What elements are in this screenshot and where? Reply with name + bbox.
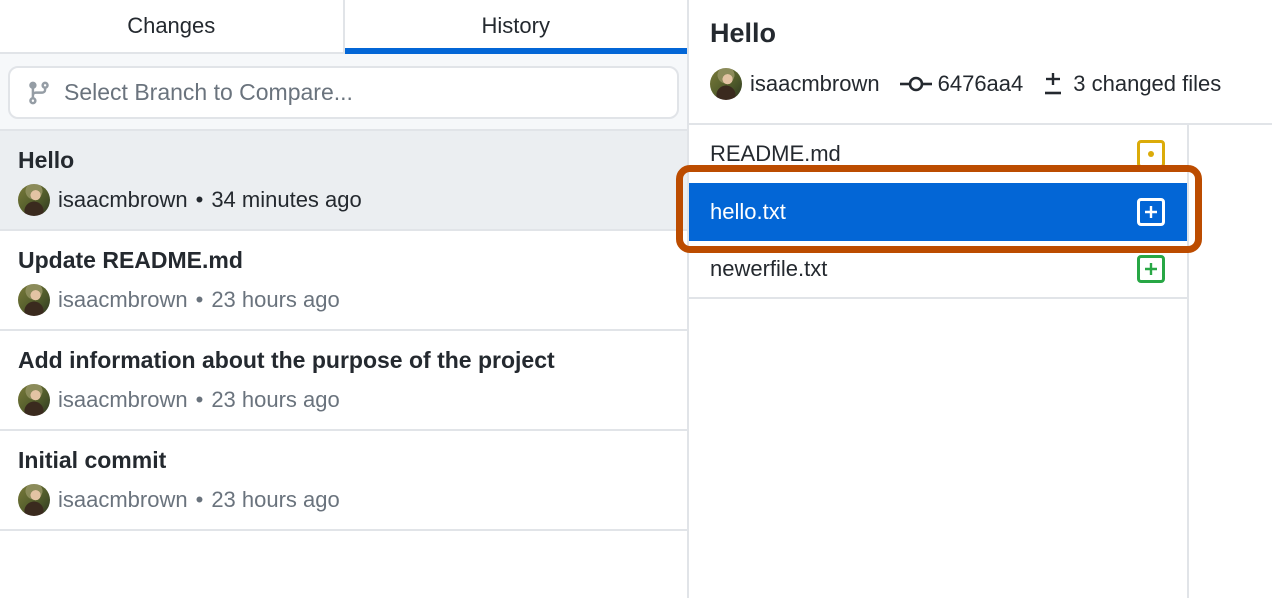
commit-time: 23 hours ago xyxy=(211,387,340,412)
commit-details-author: isaacmbrown xyxy=(750,71,880,96)
commit-item[interactable]: Initial commit isaacmbrown • 23 hours ag… xyxy=(0,431,687,531)
commit-summary-header: Hello isaacmbrown 6476aa4 3 changed file… xyxy=(689,0,1272,125)
commit-author: isaacmbrown xyxy=(58,487,188,512)
file-added-icon xyxy=(1137,198,1165,226)
tab-bar: Changes History xyxy=(0,0,687,54)
commit-time: 23 hours ago xyxy=(211,287,340,312)
commit-title: Add information about the purpose of the… xyxy=(18,347,555,373)
commit-author: isaacmbrown xyxy=(58,387,188,412)
changed-files-list: README.md hello.txt newerfile.txt xyxy=(689,125,1189,598)
file-item[interactable]: newerfile.txt xyxy=(689,241,1187,299)
history-pane: Changes History Select Branch to Compare… xyxy=(0,0,689,598)
commit-list: Hello isaacmbrown • 34 minutes ago Updat… xyxy=(0,131,687,531)
commit-title: Initial commit xyxy=(18,447,167,473)
tab-changes[interactable]: Changes xyxy=(0,0,343,52)
commit-item[interactable]: Update README.md isaacmbrown • 23 hours … xyxy=(0,231,687,331)
commit-time: 23 hours ago xyxy=(211,487,340,512)
file-modified-icon xyxy=(1137,140,1165,168)
git-commit-icon xyxy=(899,76,932,92)
commit-time: 34 minutes ago xyxy=(211,187,362,212)
file-name: newerfile.txt xyxy=(710,256,828,281)
separator-dot: • xyxy=(195,387,204,412)
commit-title: Hello xyxy=(18,147,75,173)
avatar xyxy=(18,284,50,316)
separator-dot: • xyxy=(195,487,204,512)
branch-compare-input[interactable]: Select Branch to Compare... xyxy=(8,66,679,119)
compare-bar: Select Branch to Compare... xyxy=(0,54,687,131)
avatar xyxy=(18,184,50,216)
file-item-selected[interactable]: hello.txt xyxy=(689,183,1187,241)
commit-item[interactable]: Add information about the purpose of the… xyxy=(0,331,687,431)
commit-author: isaacmbrown xyxy=(58,287,188,312)
commit-sha[interactable]: 6476aa4 xyxy=(938,71,1024,97)
commit-author: isaacmbrown xyxy=(58,187,188,212)
avatar xyxy=(710,68,742,100)
branch-compare-placeholder: Select Branch to Compare... xyxy=(64,79,353,105)
git-branch-icon xyxy=(29,81,49,104)
file-item[interactable]: README.md xyxy=(689,125,1187,183)
separator-dot: • xyxy=(195,287,204,312)
diff-icon xyxy=(1045,73,1062,95)
avatar xyxy=(18,384,50,416)
commit-details-pane: Hello isaacmbrown 6476aa4 3 changed file… xyxy=(689,0,1272,598)
file-name: README.md xyxy=(710,141,841,166)
file-name: hello.txt xyxy=(710,199,786,224)
commit-details-title: Hello xyxy=(710,18,777,48)
avatar xyxy=(18,484,50,516)
commit-title: Update README.md xyxy=(18,247,243,273)
tab-history[interactable]: History xyxy=(342,0,688,54)
changed-files-count: 3 changed files xyxy=(1073,71,1222,96)
commit-item[interactable]: Hello isaacmbrown • 34 minutes ago xyxy=(0,131,687,231)
file-added-icon xyxy=(1137,255,1165,283)
separator-dot: • xyxy=(195,187,204,212)
